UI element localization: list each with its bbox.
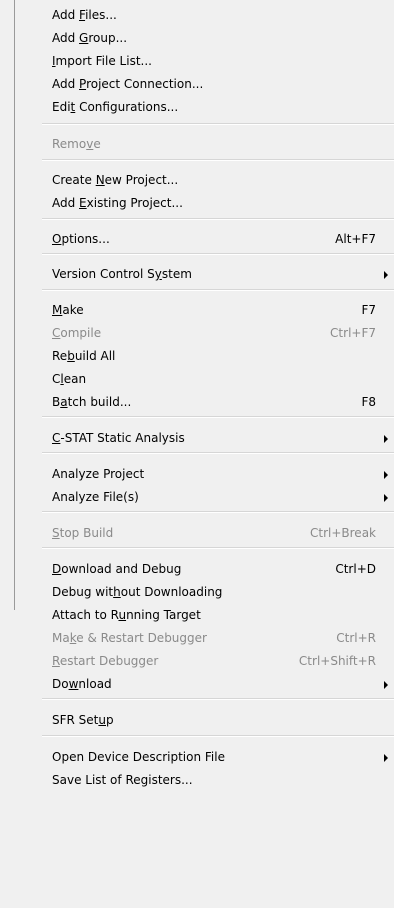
- menu-item-label: Open Device Description File: [52, 750, 225, 764]
- menu-item-label: Analyze Project: [52, 467, 145, 481]
- menu-item-mnemonic: y: [154, 267, 162, 281]
- menu-item-options[interactable]: Options... Alt+F7: [34, 228, 388, 250]
- menu-item-label: Rebuild All: [52, 349, 116, 363]
- menu-item-add-existing-project[interactable]: Add Existing Project...: [34, 192, 388, 214]
- submenu-arrow-icon: [384, 754, 388, 762]
- menu-item-download-and-debug[interactable]: Download and Debug Ctrl+D: [34, 558, 388, 580]
- menu-item-mnemonic: a: [60, 395, 68, 409]
- menu-item-mnemonic: u: [98, 713, 106, 727]
- menu-item-label: Add Group...: [52, 31, 128, 45]
- menu-item-label: Import File List...: [52, 54, 152, 68]
- menu-item-version-control-system[interactable]: Version Control System: [34, 263, 388, 285]
- menu-separator: [42, 253, 394, 255]
- menu-item-c-stat-static-analysis[interactable]: C-STAT Static Analysis: [34, 427, 388, 449]
- menu-item-download[interactable]: Download: [34, 673, 388, 695]
- menu-item-restart-debugger: Restart Debugger Ctrl+Shift+R: [34, 650, 388, 672]
- project-context-menu: Add Files... Add Group... Import File List…: [0, 0, 394, 908]
- menu-item-mnemonic: b: [67, 349, 75, 363]
- menu-item-analyze-project[interactable]: Analyze Project: [34, 463, 388, 485]
- menu-item-label: Compile: [52, 326, 102, 340]
- menu-item-label: Add Files...: [52, 8, 117, 22]
- menu-item-label: Add Project Connection...: [52, 77, 204, 91]
- menu-item-remove: Remove: [34, 133, 388, 155]
- menu-item-mnemonic: M: [52, 303, 63, 317]
- menu-item-label: C-STAT Static Analysis: [52, 431, 185, 445]
- menu-separator: [42, 289, 394, 291]
- menu-item-shortcut: F8: [361, 395, 376, 409]
- menu-item-label: Debug without Downloading: [52, 585, 223, 599]
- menu-item-analyze-file-s[interactable]: Analyze File(s): [34, 486, 388, 508]
- menu-item-mnemonic: S: [52, 526, 60, 540]
- menu-item-label: Clean: [52, 372, 87, 386]
- menu-item-mnemonic: u: [118, 608, 127, 622]
- menu-item-batch-build[interactable]: Batch build... F8: [34, 391, 388, 413]
- menu-separator: [42, 511, 394, 513]
- menu-item-shortcut: Ctrl+Break: [310, 526, 376, 540]
- menu-item-label: Options...: [52, 232, 110, 246]
- menu-item-label: Batch build...: [52, 395, 132, 409]
- menu-item-rebuild-all[interactable]: Rebuild All: [34, 345, 388, 367]
- menu-item-edit-configurations[interactable]: Edit Configurations...: [34, 96, 388, 118]
- menu-item-label: Remove: [52, 137, 101, 151]
- menu-item-label: Stop Build: [52, 526, 114, 540]
- menu-item-add-project-connection[interactable]: Add Project Connection...: [34, 73, 388, 95]
- menu-item-label: Version Control System: [52, 267, 192, 281]
- submenu-arrow-icon: [384, 681, 388, 689]
- menu-item-label: Make: [52, 303, 84, 317]
- menu-separator: [42, 452, 394, 454]
- menu-item-stop-build: Stop Build Ctrl+Break: [34, 522, 388, 544]
- submenu-arrow-icon: [384, 471, 388, 479]
- menu-item-add-files[interactable]: Add Files...: [34, 4, 388, 26]
- menu-item-shortcut: Ctrl+R: [336, 631, 376, 645]
- menu-item-shortcut: Ctrl+Shift+R: [298, 654, 376, 668]
- menu-item-debug-without-downloading[interactable]: Debug without Downloading: [34, 581, 388, 603]
- menu-separator: [42, 218, 394, 220]
- menu-item-shortcut: Alt+F7: [335, 232, 376, 246]
- menu-item-attach-to-running-target[interactable]: Attach to Running Target: [34, 604, 388, 626]
- menu-item-make-restart-debugger: Make & Restart Debugger Ctrl+R: [34, 627, 388, 649]
- menu-item-mnemonic: E: [79, 196, 87, 210]
- submenu-arrow-icon: [384, 271, 388, 279]
- menu-item-compile: Compile Ctrl+F7: [34, 322, 388, 344]
- menu-item-label: Download and Debug: [52, 562, 182, 576]
- menu-separator: [42, 735, 394, 737]
- menu-item-label: Add Existing Project...: [52, 196, 183, 210]
- menu-item-mnemonic: G: [79, 31, 89, 45]
- menu-item-add-group[interactable]: Add Group...: [34, 27, 388, 49]
- menu-item-sfr-setup[interactable]: SFR Setup: [34, 709, 388, 731]
- submenu-arrow-icon: [384, 494, 388, 502]
- menu-item-save-list-of-registers[interactable]: Save List of Registers...: [34, 769, 388, 791]
- menu-item-mnemonic: R: [52, 654, 60, 668]
- menu-separator: [42, 698, 394, 700]
- menu-item-mnemonic: N: [95, 173, 105, 187]
- menu-item-mnemonic: D: [52, 562, 62, 576]
- menu-item-open-device-description-file[interactable]: Open Device Description File: [34, 746, 388, 768]
- menu-item-label: Analyze File(s): [52, 490, 139, 504]
- menu-item-clean[interactable]: Clean: [34, 368, 388, 390]
- menu-item-label: Download: [52, 677, 112, 691]
- menu-item-shortcut: F7: [361, 303, 376, 317]
- menu-item-label: Restart Debugger: [52, 654, 159, 668]
- menu-item-mnemonic: w: [68, 677, 79, 691]
- menu-item-create-new-project[interactable]: Create New Project...: [34, 169, 388, 191]
- submenu-arrow-icon: [384, 435, 388, 443]
- menu-item-label: Edit Configurations...: [52, 100, 179, 114]
- menu-item-shortcut: Ctrl+F7: [330, 326, 376, 340]
- menu-item-make[interactable]: Make F7: [34, 299, 388, 321]
- menu-item-label: SFR Setup: [52, 713, 114, 727]
- menu-separator: [42, 416, 394, 418]
- menu-item-label: Create New Project...: [52, 173, 179, 187]
- menu-item-import-file-list[interactable]: Import File List...: [34, 50, 388, 72]
- menu-separator: [42, 547, 394, 549]
- menu-item-label: Attach to Running Target: [52, 608, 201, 622]
- menu-separator: [42, 159, 394, 161]
- menu-item-label: Save List of Registers...: [52, 773, 193, 787]
- menu-separator: [42, 123, 394, 125]
- menu-gutter-line: [14, 0, 15, 610]
- menu-item-mnemonic: h: [113, 585, 121, 599]
- menu-item-shortcut: Ctrl+D: [335, 562, 376, 576]
- menu-item-label: Make & Restart Debugger: [52, 631, 207, 645]
